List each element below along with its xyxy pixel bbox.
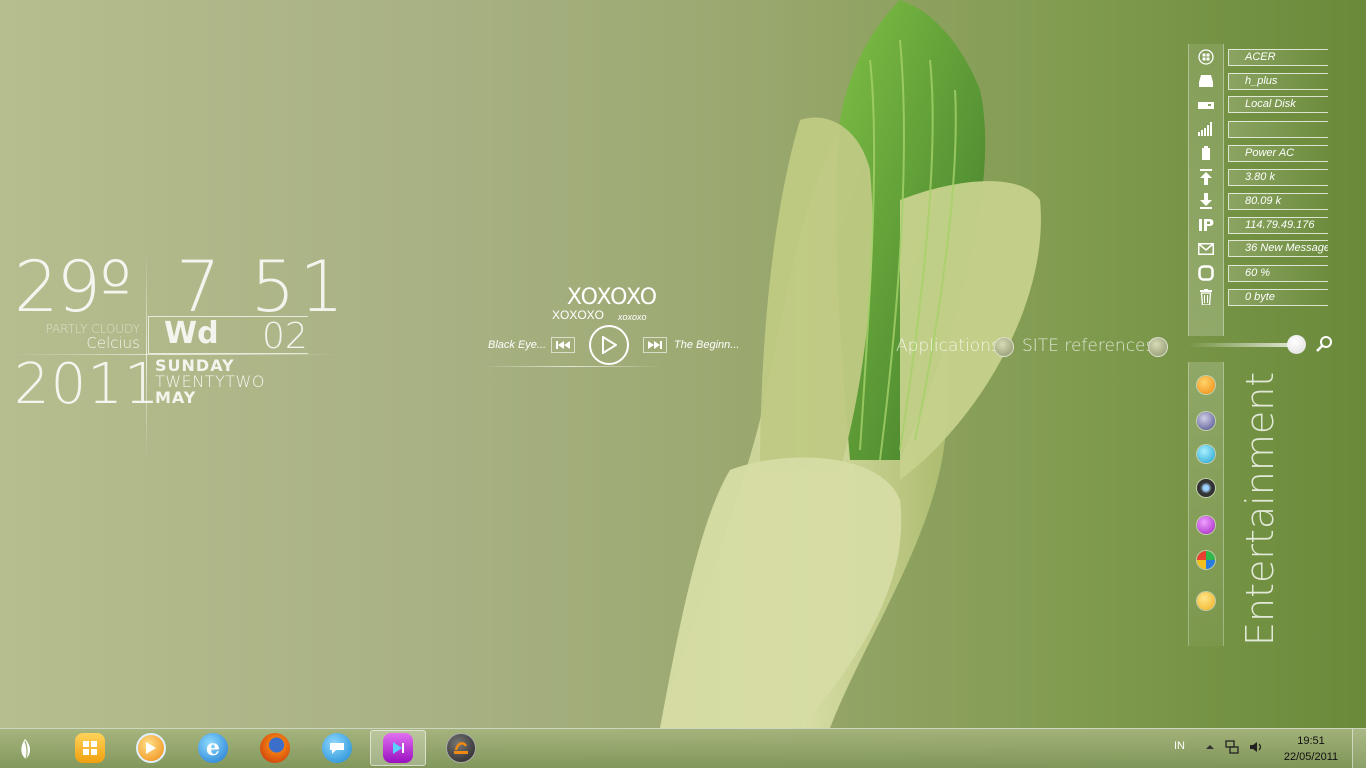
temperature-unit: Celcius [86, 334, 140, 352]
signal-icon [1197, 120, 1215, 138]
year-value: 2011 [14, 352, 161, 417]
skip-back-icon [556, 341, 570, 349]
smart-app-icon [446, 733, 476, 763]
media-center-icon[interactable] [1197, 551, 1215, 569]
battery-icon [1197, 144, 1215, 162]
weekday-abbr: Wd [164, 316, 219, 351]
upload-speed-field: 3.80 k [1228, 169, 1328, 186]
media-divider [481, 366, 661, 367]
mail-icon[interactable] [1197, 240, 1215, 258]
memory-icon [1197, 264, 1215, 282]
tray-language-indicator[interactable]: IN [1174, 740, 1185, 752]
download-speed-field: 80.09 k [1228, 193, 1328, 210]
local-disk-field: Local Disk [1228, 96, 1328, 113]
ip-icon [1197, 216, 1215, 234]
disk-icon [1197, 96, 1215, 114]
tray-volume-icon[interactable] [1249, 740, 1263, 754]
music-player-icon [383, 733, 413, 763]
day-number: 02 [262, 316, 308, 357]
previous-track-title[interactable]: Black Eye... [488, 339, 546, 351]
media-player-icon[interactable] [1197, 376, 1215, 394]
trash-icon[interactable] [1197, 288, 1215, 306]
next-track-title[interactable]: The Beginn... [674, 339, 739, 351]
skip-forward-icon [648, 341, 662, 349]
site-references-launcher-label[interactable]: SITE references [1022, 336, 1154, 356]
file-explorer-icon [75, 733, 105, 763]
applications-orb-button[interactable] [994, 337, 1014, 357]
now-playing-artist: XOXOXO [552, 308, 605, 322]
previous-track-button[interactable] [551, 337, 575, 353]
tray-network-icon[interactable] [1225, 740, 1239, 754]
search-slider-knob[interactable] [1287, 335, 1306, 354]
show-desktop-button[interactable] [1352, 729, 1366, 768]
memory-usage-field: 60 % [1228, 265, 1328, 282]
temperature-value: 29º [14, 246, 132, 328]
taskbar-clock-time[interactable]: 19:51 [1282, 735, 1340, 747]
signal-strength-field [1228, 121, 1328, 138]
start-leaf-icon [21, 739, 31, 760]
search-button[interactable] [1315, 335, 1333, 353]
search-icon [1316, 336, 1332, 352]
media-player-icon [136, 733, 166, 763]
yellow-app-icon[interactable] [1197, 592, 1215, 610]
month-name: MAY [155, 388, 197, 407]
computer-name-field: ACER [1228, 49, 1328, 66]
play-icon [602, 336, 617, 354]
entertainment-label: Entertainment [1238, 371, 1282, 646]
ip-address-field: 114.79.49.176 [1228, 217, 1328, 234]
play-button[interactable] [589, 325, 629, 365]
site-references-orb-button[interactable] [1148, 337, 1168, 357]
webcam-icon[interactable] [1197, 479, 1215, 497]
start-button[interactable] [10, 735, 42, 763]
taskbar-music-player[interactable] [370, 730, 426, 766]
windows-icon [1197, 48, 1215, 66]
music-icon[interactable] [1197, 516, 1215, 534]
user-name-field: h_plus [1228, 73, 1328, 90]
tray-expand-icon[interactable] [1203, 740, 1217, 754]
next-track-button[interactable] [643, 337, 667, 353]
itunes-icon[interactable] [1197, 412, 1215, 430]
recycle-bin-field[interactable]: 0 byte [1228, 289, 1328, 306]
download-icon [1197, 192, 1215, 210]
messenger-icon [322, 733, 352, 763]
internet-explorer-icon: e [198, 733, 228, 763]
drive-icon [1197, 72, 1215, 90]
taskbar-clock-date[interactable]: 22/05/2011 [1282, 751, 1340, 763]
taskbar-file-explorer[interactable] [62, 730, 118, 766]
taskbar-firefox[interactable] [247, 730, 303, 766]
upload-icon [1197, 168, 1215, 186]
mail-count-field[interactable]: 36 New Message [1228, 240, 1328, 257]
taskbar-media-player[interactable] [123, 730, 179, 766]
power-status-field: Power AC [1228, 145, 1328, 162]
taskbar-internet-explorer[interactable]: e [185, 730, 241, 766]
photo-gallery-icon[interactable] [1197, 445, 1215, 463]
now-playing-title: XOXOXO [566, 285, 658, 310]
now-playing-album: xoxoxo [618, 312, 647, 322]
taskbar-messenger[interactable] [309, 730, 365, 766]
firefox-icon [260, 733, 290, 763]
applications-launcher-label[interactable]: Applications [896, 336, 1000, 356]
taskbar-smart-app[interactable] [433, 730, 489, 766]
